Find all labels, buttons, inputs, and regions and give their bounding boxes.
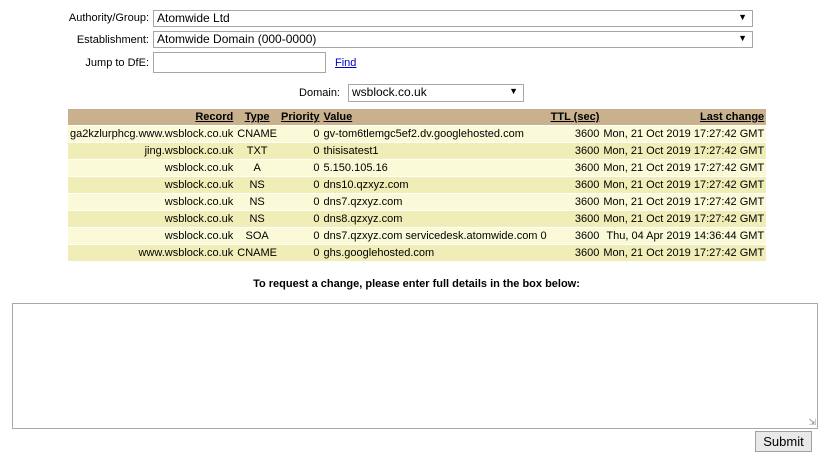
cell-value: 5.150.105.16 <box>321 159 549 177</box>
chevron-down-icon: ▼ <box>738 12 747 22</box>
table-row: ga2kzlurphcg.www.wsblock.co.uk CNAME 0 g… <box>68 125 767 143</box>
find-link[interactable]: Find <box>335 57 356 69</box>
column-header-type[interactable]: Type <box>235 109 279 126</box>
cell-priority: 0 <box>278 142 322 160</box>
cell-ttl: 3600 <box>548 210 602 228</box>
cell-type: CNAME <box>235 125 279 143</box>
change-details-textarea[interactable]: ⇲ <box>12 303 818 429</box>
cell-last-change: Mon, 21 Oct 2019 17:27:42 GMT <box>601 142 767 160</box>
cell-value: dns7.qzxyz.com <box>321 193 549 211</box>
jump-to-dfe-input[interactable] <box>153 52 326 73</box>
cell-value: dns10.qzxyz.com <box>321 176 549 194</box>
table-row: wsblock.co.uk NS 0 dns10.qzxyz.com 3600 … <box>68 176 767 194</box>
cell-type: NS <box>235 193 279 211</box>
authority-select-value: Atomwide Ltd <box>157 11 230 25</box>
table-row: jing.wsblock.co.uk TXT 0 thisisatest1 36… <box>68 142 767 160</box>
domain-select-value: wsblock.co.uk <box>352 85 427 99</box>
cell-ttl: 3600 <box>548 193 602 211</box>
cell-type: NS <box>235 176 279 194</box>
establishment-label: Establishment: <box>76 34 149 46</box>
cell-priority: 0 <box>278 227 322 245</box>
cell-value: ghs.googlehosted.com <box>321 244 549 261</box>
jump-to-dfe-label: Jump to DfE: <box>85 57 149 69</box>
cell-record: wsblock.co.uk <box>68 210 236 228</box>
cell-type: CNAME <box>235 244 279 261</box>
column-header-record[interactable]: Record <box>68 109 236 126</box>
table-row: wsblock.co.uk SOA 0 dns7.qzxyz.com servi… <box>68 227 767 245</box>
establishment-select[interactable]: Atomwide Domain (000-0000) ▼ <box>153 31 753 48</box>
column-header-priority[interactable]: Priority <box>278 109 322 126</box>
dns-records-table: Record Type Priority Value TTL (sec) Las… <box>68 109 767 261</box>
column-header-last-change[interactable]: Last change <box>601 109 767 126</box>
cell-last-change: Thu, 04 Apr 2019 14:36:44 GMT <box>601 227 767 245</box>
cell-type: NS <box>235 210 279 228</box>
cell-priority: 0 <box>278 176 322 194</box>
table-row: wsblock.co.uk NS 0 dns7.qzxyz.com 3600 M… <box>68 193 767 211</box>
cell-value: dns7.qzxyz.com servicedesk.atomwide.com … <box>321 227 549 245</box>
cell-ttl: 3600 <box>548 142 602 160</box>
change-request-instruction: To request a change, please enter full d… <box>253 278 580 290</box>
cell-priority: 0 <box>278 193 322 211</box>
chevron-down-icon: ▼ <box>509 86 518 96</box>
cell-last-change: Mon, 21 Oct 2019 17:27:42 GMT <box>601 193 767 211</box>
cell-ttl: 3600 <box>548 176 602 194</box>
cell-last-change: Mon, 21 Oct 2019 17:27:42 GMT <box>601 210 767 228</box>
submit-button[interactable]: Submit <box>755 431 812 452</box>
cell-type: SOA <box>235 227 279 245</box>
column-header-value[interactable]: Value <box>321 109 549 126</box>
cell-last-change: Mon, 21 Oct 2019 17:27:42 GMT <box>601 125 767 143</box>
cell-priority: 0 <box>278 159 322 177</box>
cell-value: gv-tom6tlemgc5ef2.dv.googlehosted.com <box>321 125 549 143</box>
chevron-down-icon: ▼ <box>738 33 747 43</box>
resize-grip-icon[interactable]: ⇲ <box>808 418 816 427</box>
cell-priority: 0 <box>278 125 322 143</box>
cell-value: dns8.qzxyz.com <box>321 210 549 228</box>
domain-select[interactable]: wsblock.co.uk ▼ <box>348 84 524 102</box>
table-header-row: Record Type Priority Value TTL (sec) Las… <box>68 109 767 126</box>
table-row: www.wsblock.co.uk CNAME 0 ghs.googlehost… <box>68 244 767 261</box>
cell-type: A <box>235 159 279 177</box>
cell-record: ga2kzlurphcg.www.wsblock.co.uk <box>68 125 236 143</box>
cell-ttl: 3600 <box>548 244 602 261</box>
cell-last-change: Mon, 21 Oct 2019 17:27:42 GMT <box>601 159 767 177</box>
cell-ttl: 3600 <box>548 227 602 245</box>
cell-record: wsblock.co.uk <box>68 193 236 211</box>
cell-record: wsblock.co.uk <box>68 227 236 245</box>
establishment-select-value: Atomwide Domain (000-0000) <box>157 32 317 46</box>
domain-label: Domain: <box>299 87 340 99</box>
cell-type: TXT <box>235 142 279 160</box>
cell-last-change: Mon, 21 Oct 2019 17:27:42 GMT <box>601 244 767 261</box>
authority-select[interactable]: Atomwide Ltd ▼ <box>153 10 753 27</box>
cell-ttl: 3600 <box>548 159 602 177</box>
cell-value: thisisatest1 <box>321 142 549 160</box>
cell-priority: 0 <box>278 244 322 261</box>
cell-record: wsblock.co.uk <box>68 159 236 177</box>
table-row: wsblock.co.uk NS 0 dns8.qzxyz.com 3600 M… <box>68 210 767 228</box>
authority-label: Authority/Group: <box>68 12 149 24</box>
cell-ttl: 3600 <box>548 125 602 143</box>
cell-record: wsblock.co.uk <box>68 176 236 194</box>
cell-last-change: Mon, 21 Oct 2019 17:27:42 GMT <box>601 176 767 194</box>
cell-record: www.wsblock.co.uk <box>68 244 236 261</box>
column-header-ttl[interactable]: TTL (sec) <box>548 109 602 126</box>
table-row: wsblock.co.uk A 0 5.150.105.16 3600 Mon,… <box>68 159 767 177</box>
cell-priority: 0 <box>278 210 322 228</box>
cell-record: jing.wsblock.co.uk <box>68 142 236 160</box>
